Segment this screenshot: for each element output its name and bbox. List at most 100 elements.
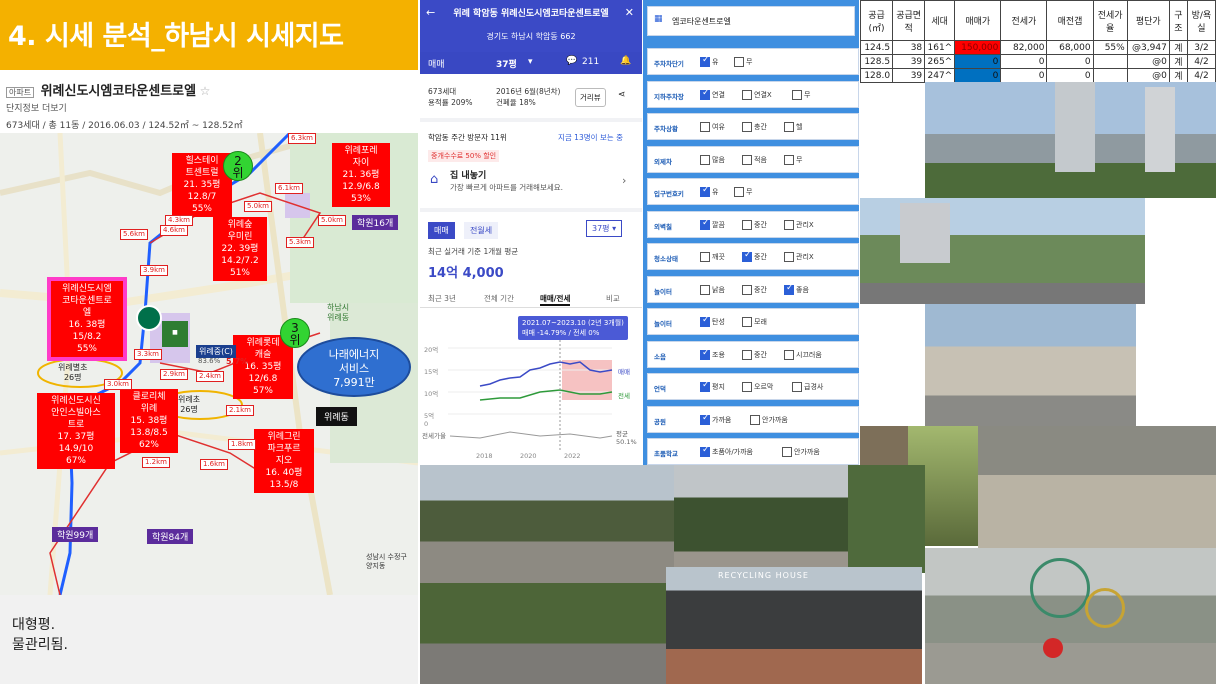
checkbox-checked-icon[interactable] [742,250,752,262]
checkbox-checked-icon[interactable] [700,88,710,100]
checkbox-empty-icon[interactable] [742,89,752,100]
checkbox-empty-icon[interactable] [742,154,752,165]
close-icon[interactable]: ✕ [625,6,634,19]
tab2-rent[interactable]: 전월세 [464,222,499,239]
chevron-right-icon[interactable]: › [622,174,626,187]
complex-shinan-inspil[interactable]: 위례신도시신 안인스빌아스 트로 17. 37평 14.9/10 67% [37,393,115,469]
checkbox-option[interactable]: 깨끗 [700,252,725,262]
range-tab-3y[interactable]: 최근 3년 [428,293,456,304]
bell-icon[interactable]: 🔔 [620,56,631,66]
checkbox-option[interactable]: 좋음 [784,283,809,295]
comment-icon[interactable]: 💬 [566,56,577,66]
sell-title[interactable]: 집 내놓기 [450,168,486,181]
distance-label: 5.0km [244,201,273,212]
checkbox-empty-icon[interactable] [734,57,744,67]
checkbox-option[interactable]: 무 [784,154,802,165]
checkbox-empty-icon[interactable] [784,122,794,132]
search-input[interactable]: ▦ 엠코타운센트로엘 [647,6,855,36]
checkbox-empty-icon[interactable] [742,349,752,360]
checkbox-option[interactable]: 평지 [700,380,725,392]
range-tab-sale-rent[interactable]: 매매/전세 [540,293,571,306]
checklist-row: 지하주차장 연결 연결X 무 [647,80,859,108]
size-select[interactable]: 37평 ▾ [586,220,623,237]
checkbox-option[interactable]: 여유 [700,122,725,132]
checkbox-option[interactable]: 충간 [742,122,767,132]
checkbox-option[interactable]: 초품아/가까움 [700,445,753,457]
checkbox-empty-icon[interactable] [700,122,710,132]
visit-link[interactable]: 지금 13명이 보는 중 [558,132,623,143]
checklist-row-label: 놀이터 [654,320,672,328]
checkbox-empty-icon[interactable] [782,447,792,457]
checkbox-checked-icon[interactable] [700,55,710,67]
checkbox-option[interactable]: 시끄러움 [784,349,822,360]
checkbox-option[interactable]: 관리X [784,252,814,262]
checkbox-empty-icon[interactable] [784,349,794,360]
checkbox-empty-icon[interactable] [700,284,710,295]
complex-woomirin[interactable]: 위례숲 우미린 22. 39평 14.2/7.2 51% [213,217,267,281]
complex-emcotown[interactable]: 위례신도시엠 코타운센트로 엘 16. 38평 15/8.2 55% [47,277,127,361]
tab-size[interactable]: 37평 [496,57,517,70]
checkbox-checked-icon[interactable] [700,348,710,360]
checkbox-empty-icon[interactable] [700,154,710,165]
checkbox-empty-icon[interactable] [742,382,752,392]
checkbox-checked-icon[interactable] [700,445,710,457]
checkbox-option[interactable]: 무 [792,89,810,100]
range-tab-all[interactable]: 전체 기간 [484,293,514,304]
checkbox-option[interactable]: 중간 [742,250,767,262]
checkbox-option[interactable]: 급경사 [792,382,823,392]
checkbox-empty-icon[interactable] [792,382,802,392]
checkbox-option[interactable]: 중간 [742,284,767,295]
checkbox-option[interactable]: 무 [734,187,752,197]
checkbox-empty-icon[interactable] [792,89,802,100]
checkbox-empty-icon[interactable] [750,414,760,425]
complex-forest-xi[interactable]: 위례포레 자이 21. 36평 12.9/6.8 53% [332,143,390,207]
map[interactable]: 힐스테이 트센트럴 21. 35평 12.8/7 55% 위례포레 자이 21.… [0,133,418,595]
star-icon[interactable]: ☆ [200,84,211,98]
checkbox-option[interactable]: 헬 [784,122,802,132]
checkbox-empty-icon[interactable] [734,187,744,197]
checkbox-empty-icon[interactable] [784,252,794,262]
checkbox-empty-icon[interactable] [784,219,794,230]
checkbox-checked-icon[interactable] [700,380,710,392]
checkbox-option[interactable]: 유 [700,55,718,67]
share-icon[interactable]: ⋖ [618,90,626,100]
checkbox-empty-icon[interactable] [742,122,752,132]
checkbox-checked-icon[interactable] [700,413,710,425]
checkbox-option[interactable]: 무 [734,57,752,67]
checkbox-option[interactable]: 적음 [742,154,767,165]
complex-hoban[interactable]: 클로리체 위례 15. 38평 13.8/8.5 62% [120,389,178,453]
checkbox-empty-icon[interactable] [742,317,752,327]
checkbox-empty-icon[interactable] [742,284,752,295]
checkbox-checked-icon[interactable] [784,283,794,295]
distance-view-button[interactable]: 거리뷰 [575,88,606,107]
complex-greenpark[interactable]: 위례그린 파크푸르 지오 16. 40평 13.5/8 [254,429,314,493]
checkbox-option[interactable]: 안가까움 [750,414,788,425]
checkbox-option[interactable]: 연결X [742,89,772,100]
chevron-down-icon[interactable]: ▾ [528,57,533,67]
checkbox-checked-icon[interactable] [700,218,710,230]
checkbox-empty-icon[interactable] [742,219,752,230]
tab-sale[interactable]: 매매 [428,57,445,70]
back-arrow-icon[interactable]: ← [426,6,435,19]
checkbox-option[interactable]: 중간 [742,349,767,360]
checkbox-option[interactable]: 많음 [700,154,725,165]
tab2-sale[interactable]: 매매 [428,222,455,239]
checkbox-option[interactable]: 낡음 [700,284,725,295]
checkbox-checked-icon[interactable] [700,185,710,197]
checkbox-option[interactable]: 탄성 [700,315,725,327]
checkbox-option[interactable]: 관리X [784,219,814,230]
checkbox-option[interactable]: 조용 [700,348,725,360]
checkbox-option[interactable]: 유 [700,185,718,197]
checkbox-empty-icon[interactable] [784,154,794,165]
range-tab-compare[interactable]: 비교 [606,293,620,304]
checkbox-option[interactable]: 오르막 [742,382,773,392]
checkbox-option[interactable]: 모래 [742,317,767,327]
checkbox-checked-icon[interactable] [700,315,710,327]
checkbox-empty-icon[interactable] [700,252,710,262]
checkbox-option[interactable]: 깔끔 [700,218,725,230]
detail-link[interactable]: 단지정보 더보기 [0,99,418,116]
checkbox-option[interactable]: 연결 [700,88,725,100]
checkbox-option[interactable]: 안가까움 [782,447,820,457]
checkbox-option[interactable]: 중간 [742,219,767,230]
checkbox-option[interactable]: 가까움 [700,413,731,425]
